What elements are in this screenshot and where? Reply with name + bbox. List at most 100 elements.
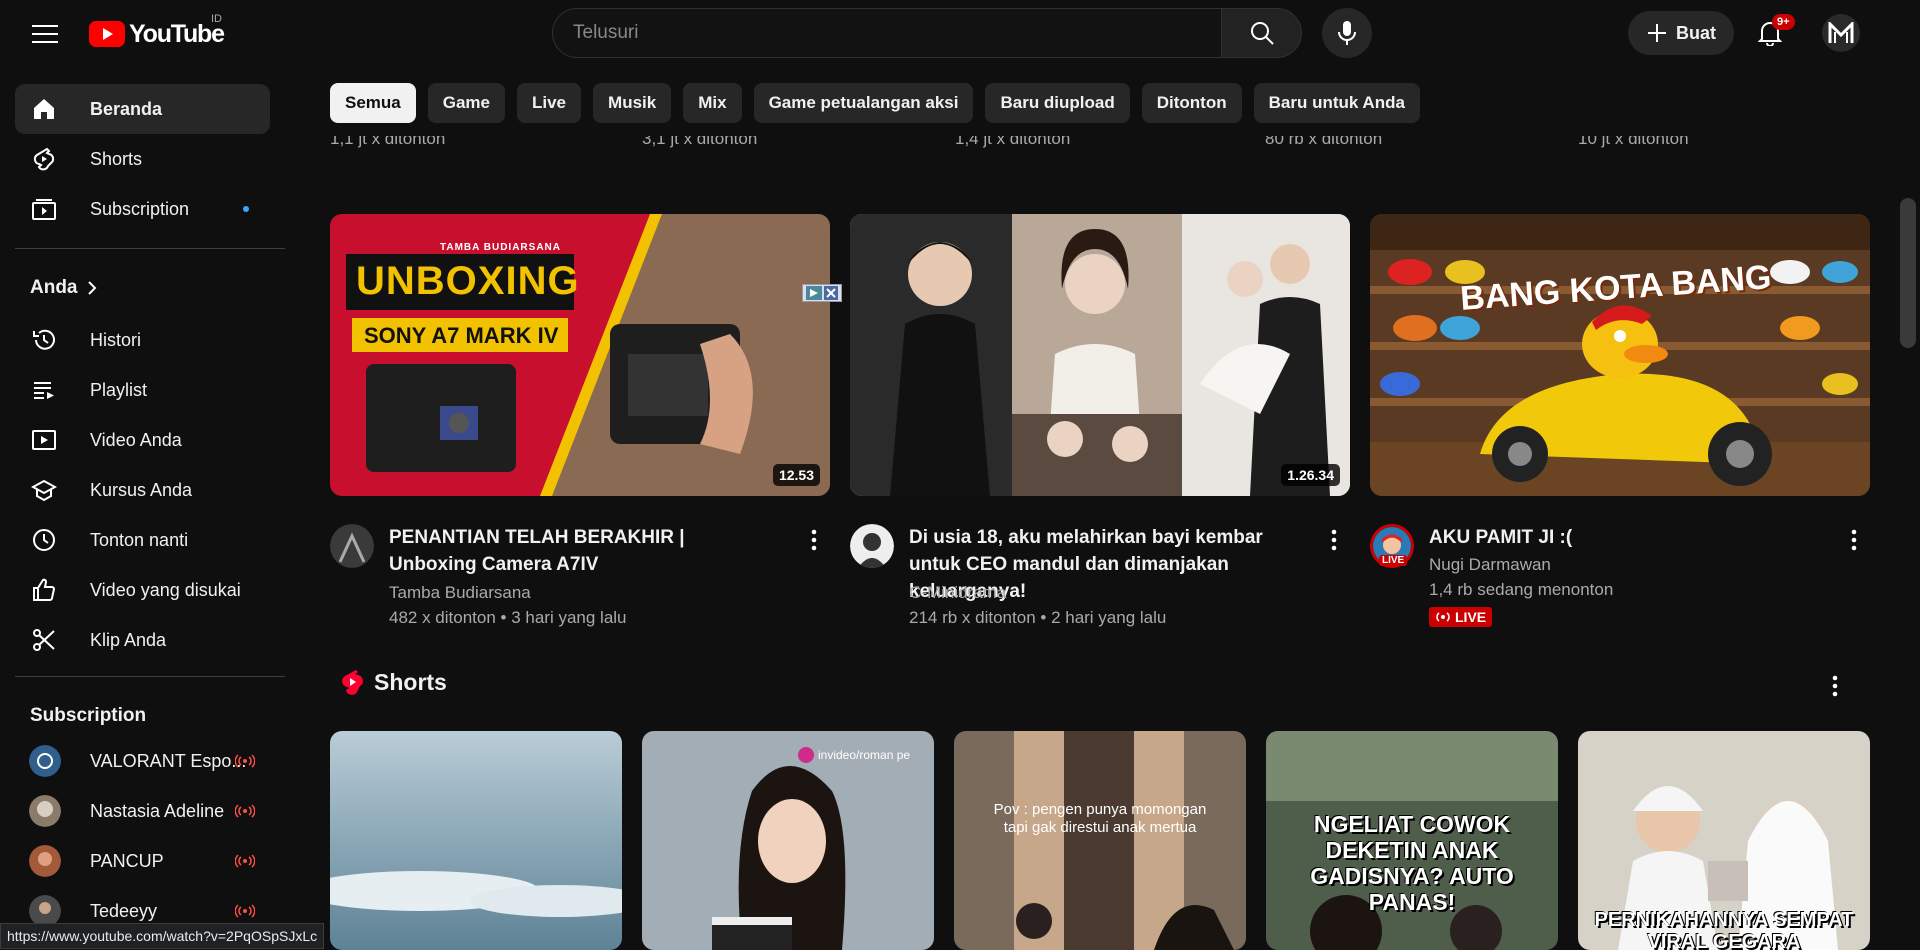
- search-box[interactable]: [552, 8, 1222, 58]
- menu-button[interactable]: [25, 14, 65, 54]
- chip-mix[interactable]: Mix: [683, 83, 742, 123]
- sidebar: Beranda Shorts Subscription Anda Histori…: [0, 67, 286, 950]
- chip-new-to-you[interactable]: Baru untuk Anda: [1253, 83, 1420, 123]
- liked-videos-icon: [29, 575, 59, 605]
- short-caption: NGELIAT COWOK DEKETIN ANAK GADISNYA? AUT…: [1310, 811, 1514, 915]
- video-title[interactable]: AKU PAMIT JI :(: [1429, 524, 1809, 551]
- chevron-right-icon: [87, 281, 96, 295]
- sidebar-item-home[interactable]: Beranda: [15, 84, 270, 134]
- search-input[interactable]: [573, 22, 1221, 44]
- sidebar-item-your-clips[interactable]: Klip Anda: [15, 615, 270, 665]
- vertical-dots-icon: [1832, 675, 1838, 697]
- subscription-item[interactable]: Nastasia Adeline: [15, 787, 270, 835]
- channel-avatar[interactable]: [850, 524, 894, 568]
- short-card[interactable]: PERNIKAHANNYA SEMPAT VIRAL GEGARA: [1578, 731, 1870, 950]
- shorts-more-button[interactable]: [1832, 675, 1838, 697]
- account-monogram-icon: [1828, 22, 1854, 43]
- subscription-item[interactable]: VALORANT Espo...: [15, 737, 270, 785]
- sidebar-item-your-videos[interactable]: Video Anda: [15, 415, 270, 465]
- sidebar-item-shorts[interactable]: Shorts: [15, 134, 270, 184]
- channel-avatar: [29, 745, 61, 777]
- search-button[interactable]: [1222, 8, 1302, 58]
- close-icon: [824, 286, 838, 300]
- channel-name[interactable]: Nugi Darmawan: [1429, 555, 1551, 575]
- vertical-dots-icon: [1331, 529, 1337, 551]
- chip-watched[interactable]: Ditonton: [1141, 83, 1242, 123]
- channel-name[interactable]: C-Minidrama: [909, 583, 1006, 603]
- more-actions-button[interactable]: [1322, 528, 1346, 552]
- live-broadcast-icon: [1436, 612, 1450, 622]
- live-badge: LIVE: [1429, 607, 1493, 627]
- channel-avatar[interactable]: [330, 524, 374, 568]
- watermark-text: invideo/roman pe: [798, 747, 910, 763]
- you-section-title[interactable]: Anda: [30, 277, 98, 299]
- short-caption: Pov : pengen punya momongan tapi gak dir…: [993, 801, 1207, 836]
- youtube-logo[interactable]: YouTube ID: [89, 13, 225, 51]
- country-code: ID: [211, 13, 222, 25]
- more-actions-button[interactable]: [802, 528, 826, 552]
- short-card[interactable]: [330, 731, 622, 950]
- link-status-bar: https://www.youtube.com/watch?v=2PqOSpSJ…: [0, 923, 325, 949]
- chip-music[interactable]: Musik: [593, 83, 672, 123]
- upload-age: 3 hari yang lalu: [511, 608, 627, 627]
- chip-action-adventure[interactable]: Game petualangan aksi: [753, 83, 974, 123]
- chip-game[interactable]: Game: [427, 83, 505, 123]
- watch-later-icon: [29, 525, 59, 555]
- video-meta: 214 rb x ditonton • 2 hari yang lalu: [909, 608, 1167, 627]
- sidebar-item-subscriptions[interactable]: Subscription: [15, 184, 270, 234]
- shorts-logo-icon: [342, 670, 363, 695]
- ad-choices-overlay[interactable]: [802, 284, 842, 302]
- short-card[interactable]: NGELIAT COWOK DEKETIN ANAK GADISNYA? AUT…: [1266, 731, 1558, 950]
- video-thumbnail[interactable]: 1.26.34: [850, 214, 1350, 496]
- live-broadcast-icon: [235, 754, 255, 768]
- sidebar-item-watch-later[interactable]: Tonton nanti: [15, 515, 270, 565]
- vertical-dots-icon: [811, 529, 817, 551]
- sidebar-item-label: Video Anda: [90, 429, 182, 450]
- channel-avatar[interactable]: LIVE: [1370, 524, 1414, 568]
- live-label: LIVE: [1455, 609, 1487, 625]
- page-scrollbar-thumb[interactable]: [1900, 198, 1916, 348]
- sidebar-item-label: Kursus Anda: [90, 479, 193, 500]
- shorts-icon: [29, 144, 59, 174]
- voice-search-button[interactable]: [1322, 8, 1372, 58]
- video-card[interactable]: BANG KOTA BANG LIVE AKU PAMIT JI :( Nugi…: [1370, 214, 1870, 634]
- play-triangle-icon: [806, 286, 822, 300]
- chip-all[interactable]: Semua: [330, 83, 416, 123]
- video-thumbnail[interactable]: TAMBA BUDIARSANA UNBOXING SONY A7 MARK I…: [330, 214, 830, 496]
- courses-icon: [29, 475, 59, 505]
- sidebar-item-label: Shorts: [90, 148, 143, 169]
- subscription-label: VALORANT Espo...: [90, 750, 247, 771]
- chip-live[interactable]: Live: [517, 83, 582, 123]
- logo-wordmark: YouTube: [129, 19, 225, 48]
- sidebar-item-label: Tonton nanti: [90, 529, 189, 550]
- thumbnail-subheadline: SONY A7 MARK IV: [364, 323, 559, 348]
- sidebar-item-history[interactable]: Histori: [15, 315, 270, 365]
- sidebar-item-your-courses[interactable]: Kursus Anda: [15, 465, 270, 515]
- video-title[interactable]: PENANTIAN TELAH BERAKHIR | Unboxing Came…: [389, 524, 769, 578]
- short-card[interactable]: Pov : pengen punya momongan tapi gak dir…: [954, 731, 1246, 950]
- sidebar-divider: [15, 248, 285, 249]
- chip-recently-uploaded[interactable]: Baru diupload: [985, 83, 1130, 123]
- create-button[interactable]: Buat: [1628, 11, 1734, 55]
- microphone-icon: [1338, 21, 1356, 45]
- more-actions-button[interactable]: [1842, 528, 1866, 552]
- sidebar-item-liked-videos[interactable]: Video yang disukai: [15, 565, 270, 615]
- live-broadcast-icon: [235, 854, 255, 868]
- subscription-item[interactable]: PANCUP: [15, 837, 270, 885]
- video-thumbnail[interactable]: BANG KOTA BANG: [1370, 214, 1870, 496]
- channel-name[interactable]: Tamba Budiarsana: [389, 583, 531, 603]
- short-caption: PERNIKAHANNYA SEMPAT VIRAL GEGARA: [1594, 909, 1854, 950]
- subscription-label: Nastasia Adeline: [90, 800, 225, 821]
- video-card[interactable]: 1.26.34 Di usia 18, aku melahirkan bayi …: [850, 214, 1350, 634]
- account-avatar[interactable]: [1822, 14, 1860, 52]
- subscriptions-section-title: Subscription: [30, 705, 146, 727]
- thumbnail-headline: UNBOXING: [356, 259, 580, 303]
- view-count: 482 x ditonton: [389, 608, 496, 627]
- sidebar-item-label: Subscription: [90, 198, 190, 219]
- video-card[interactable]: TAMBA BUDIARSANA UNBOXING SONY A7 MARK I…: [330, 214, 842, 634]
- search-icon: [1250, 22, 1274, 45]
- channel-avatar: [29, 845, 61, 877]
- short-card[interactable]: invideo/roman pe: [642, 731, 934, 950]
- sidebar-item-playlist[interactable]: Playlist: [15, 365, 270, 415]
- home-icon: [29, 94, 59, 124]
